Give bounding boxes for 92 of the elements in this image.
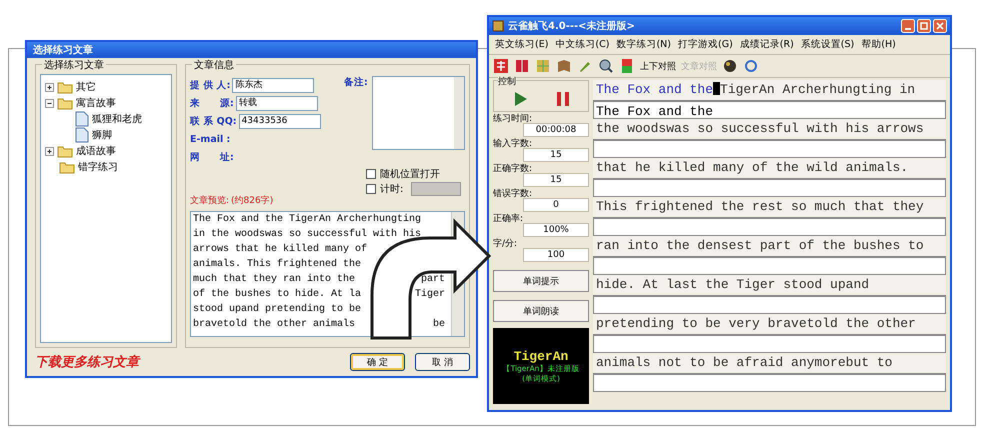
color-bars-icon[interactable] bbox=[619, 58, 635, 74]
preview-text: bravetold the other animals bbox=[193, 319, 356, 332]
menu-item[interactable]: 打字游戏(G) bbox=[678, 38, 733, 51]
field-label: 网 址: bbox=[190, 150, 234, 164]
expander-icon[interactable] bbox=[45, 82, 54, 92]
tree-item[interactable]: 寓言故事 bbox=[76, 96, 116, 110]
tree-item[interactable]: 狮脚 bbox=[92, 128, 112, 142]
stat-label: 错误字数: bbox=[493, 188, 534, 198]
menu-item[interactable]: 系统设置(S) bbox=[800, 38, 854, 51]
stat-label: 正确率: bbox=[493, 212, 524, 223]
side-button[interactable]: 单词朗读 bbox=[493, 300, 589, 322]
app-icon bbox=[492, 20, 504, 32]
stat-value: 0 bbox=[523, 198, 589, 212]
folder-icon bbox=[57, 144, 73, 158]
folder-icon bbox=[59, 160, 75, 174]
preview-text: The Fox and the TigerAn Archerhungting bbox=[193, 214, 422, 227]
field-label: E-mail : bbox=[190, 134, 230, 144]
checkbox-label: 随机位置打开 bbox=[380, 168, 440, 180]
preview-text: part bbox=[420, 274, 446, 287]
input-field[interactable] bbox=[593, 139, 946, 158]
field-label: 来 源: bbox=[190, 96, 234, 110]
preview-text: stood upand pretending to be bbox=[193, 304, 362, 317]
dialog-button[interactable]: 确 定 bbox=[350, 353, 405, 371]
checkbox[interactable] bbox=[366, 168, 376, 178]
minimize-icon[interactable] bbox=[901, 19, 915, 33]
document-icon bbox=[75, 127, 89, 143]
preview-text: animals. This frightened the bbox=[193, 259, 362, 272]
group-label: 选择练习文章 bbox=[42, 58, 106, 72]
preview-text: in the woodswas so successful with his bbox=[193, 229, 422, 242]
field-label: 联 系 QQ: bbox=[190, 114, 237, 128]
logo-title: TigerAn bbox=[514, 348, 568, 364]
tree-item[interactable]: 成语故事 bbox=[76, 144, 116, 158]
stat-value: 100% bbox=[523, 223, 589, 237]
stat-label: 练习时间: bbox=[493, 112, 534, 123]
tree-item[interactable]: 狐狸和老虎 bbox=[92, 112, 142, 126]
folder-icon bbox=[57, 80, 73, 94]
group-label: 控制 bbox=[498, 75, 516, 88]
input-field[interactable] bbox=[593, 334, 946, 353]
checkbox[interactable] bbox=[366, 184, 376, 194]
window-title: 选择练习文章 bbox=[27, 42, 476, 58]
stat-label: 输入字数: bbox=[493, 138, 534, 148]
folder-icon bbox=[57, 96, 73, 110]
dialog-button[interactable]: 取 消 bbox=[415, 353, 470, 371]
input-field[interactable] bbox=[593, 178, 946, 197]
magnifier-icon[interactable] bbox=[598, 58, 614, 74]
input-field[interactable]: The Fox and the bbox=[593, 100, 946, 119]
menu-item[interactable]: 中文练习(C) bbox=[555, 38, 610, 51]
notes-field[interactable] bbox=[372, 76, 465, 150]
input-field[interactable] bbox=[593, 295, 946, 314]
input-field[interactable]: 43433536 bbox=[238, 114, 321, 128]
refresh-icon[interactable] bbox=[743, 58, 759, 74]
close-icon[interactable] bbox=[933, 19, 947, 33]
letter-icon[interactable] bbox=[493, 58, 509, 74]
stat-value: 15 bbox=[523, 148, 589, 162]
expander-icon[interactable] bbox=[45, 146, 54, 156]
input-field[interactable] bbox=[593, 217, 946, 236]
menu-item[interactable]: 英文练习(E) bbox=[495, 38, 548, 51]
field-label: 备注: bbox=[344, 76, 368, 90]
group-label: 文章信息 bbox=[192, 58, 236, 72]
input-field[interactable]: 转载 bbox=[236, 96, 318, 110]
field-label: 提 供 人: bbox=[190, 78, 230, 92]
input-field[interactable] bbox=[593, 373, 946, 392]
grid-icon[interactable] bbox=[535, 58, 551, 74]
preview-text: be bbox=[432, 319, 446, 332]
preview-text: much that they ran into the bbox=[193, 274, 356, 287]
timer-field bbox=[411, 182, 462, 196]
menu-item[interactable]: 成绩记录(R) bbox=[740, 38, 794, 51]
input-field[interactable]: 陈东杰 bbox=[232, 78, 314, 92]
stat-label: 字/分: bbox=[493, 238, 518, 248]
tree-item[interactable]: 错字练习 bbox=[78, 160, 118, 174]
word-count: (约826字) bbox=[231, 194, 274, 207]
preview-text: Tiger bbox=[414, 289, 446, 302]
menu-item[interactable]: 帮助(H) bbox=[861, 38, 896, 51]
side-button[interactable]: 单词提示 bbox=[493, 270, 589, 292]
stat-value: 100 bbox=[523, 248, 589, 262]
preview-label: 文章预览: bbox=[190, 194, 230, 207]
window-title: 云雀触飞4.0---<未注册版> bbox=[508, 19, 636, 33]
ball-icon[interactable] bbox=[722, 58, 738, 74]
maximize-icon[interactable] bbox=[917, 19, 931, 33]
document-icon bbox=[75, 111, 89, 127]
checkbox-label: 计时: bbox=[380, 182, 404, 196]
expander-icon[interactable] bbox=[45, 98, 54, 108]
toolbar-button[interactable]: 上下对照 bbox=[640, 60, 676, 72]
tree-item[interactable]: 其它 bbox=[76, 80, 96, 94]
stat-value: 15 bbox=[523, 173, 589, 187]
menu-item[interactable]: 数字练习(N) bbox=[616, 38, 671, 51]
stat-label: 正确字数: bbox=[493, 162, 534, 173]
preview-text: of the bushes to hide. At la bbox=[193, 289, 362, 302]
download-link[interactable]: 下载更多练习文章 bbox=[35, 353, 139, 371]
preview-text: arrows that he killed many of bbox=[193, 244, 368, 257]
stat-value: 00:00:08 bbox=[523, 123, 589, 137]
input-field[interactable] bbox=[593, 256, 946, 275]
